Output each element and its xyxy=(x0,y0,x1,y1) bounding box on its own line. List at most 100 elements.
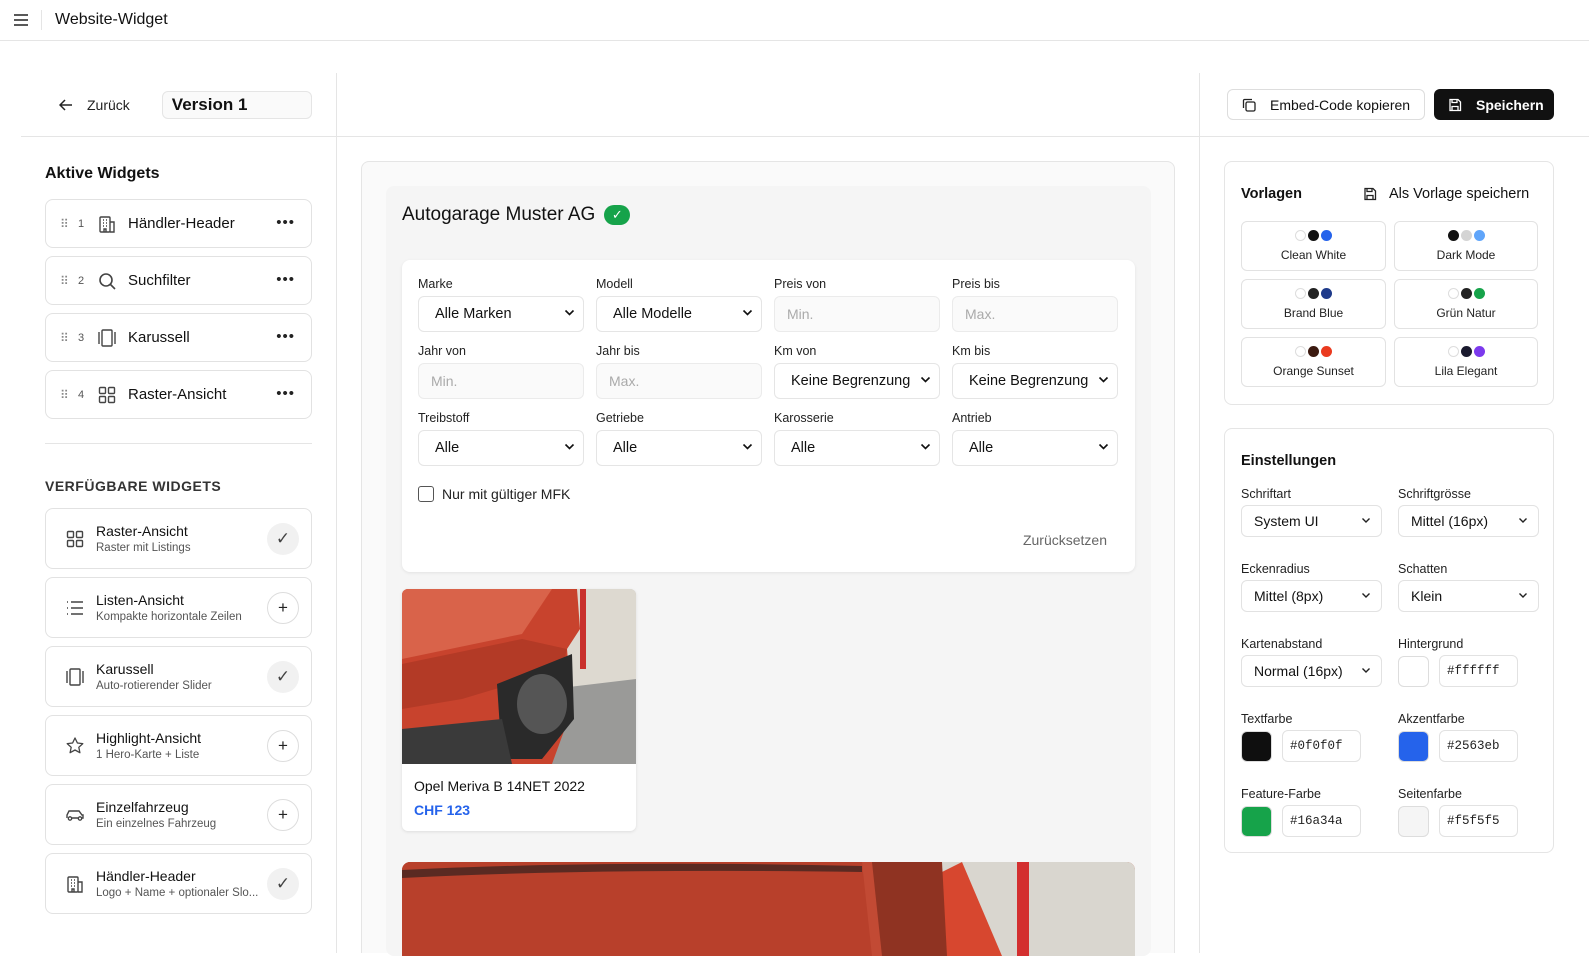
active-widget-item[interactable]: ⠿ 4 Raster-Ansicht ••• xyxy=(45,370,312,419)
available-widget-text: Listen-Ansicht Kompakte horizontale Zeile… xyxy=(96,592,242,623)
color-hex-input[interactable]: #2563eb xyxy=(1439,730,1518,762)
color-hex-input[interactable]: #f5f5f5 xyxy=(1439,805,1518,837)
setting-field: Schatten Klein xyxy=(1398,562,1540,637)
reset-button[interactable]: Zurücksetzen xyxy=(1023,532,1107,548)
active-widget-label: Händler-Header xyxy=(128,215,235,232)
available-widget-text: Raster-Ansicht Raster mit Listings xyxy=(96,523,191,554)
setting-select[interactable]: System UI xyxy=(1241,505,1382,537)
template-card[interactable]: Brand Blue xyxy=(1241,279,1386,329)
filter-select[interactable]: Alle Modelle xyxy=(596,296,762,332)
chevron-down-icon xyxy=(564,441,575,455)
template-swatches xyxy=(1242,288,1385,299)
template-name: Clean White xyxy=(1280,248,1347,262)
mfk-checkbox[interactable]: Nur mit gültiger MFK xyxy=(418,486,570,502)
drag-handle-icon[interactable]: ⠿ xyxy=(60,388,70,402)
filter-field: Km bis Keine Begrenzung xyxy=(952,343,1118,410)
copy-embed-button[interactable]: Embed-Code kopieren xyxy=(1227,89,1425,120)
filter-select-value: Alle xyxy=(435,440,460,456)
more-options-icon[interactable]: ••• xyxy=(276,214,295,231)
building-icon xyxy=(96,213,118,235)
filter-select[interactable]: Alle xyxy=(418,430,584,466)
added-check-icon[interactable]: ✓ xyxy=(267,661,299,693)
back-button[interactable]: Zurück xyxy=(59,97,130,113)
color-hex-input[interactable]: #16a34a xyxy=(1282,805,1361,837)
car-icon xyxy=(64,804,86,826)
filter-input[interactable]: Min. xyxy=(774,296,940,332)
version-name-input[interactable]: Version 1 xyxy=(161,90,312,119)
chevron-down-icon xyxy=(564,307,575,321)
setting-select[interactable]: Normal (16px) xyxy=(1241,655,1382,687)
setting-label: Akzentfarbe xyxy=(1398,712,1465,726)
color-swatch-button[interactable] xyxy=(1241,730,1272,762)
setting-select[interactable]: Klein xyxy=(1398,580,1539,612)
active-widget-item[interactable]: ⠿ 3 Karussell ••• xyxy=(45,313,312,362)
filter-label: Modell xyxy=(596,277,633,291)
active-widget-item[interactable]: ⠿ 2 Suchfilter ••• xyxy=(45,256,312,305)
more-options-icon[interactable]: ••• xyxy=(276,328,295,345)
car-listing-card[interactable]: Opel Meriva B 14NET 2022 CHF 123 xyxy=(402,589,636,831)
filter-select[interactable]: Alle xyxy=(952,430,1118,466)
template-name: Dark Mode xyxy=(1436,248,1496,262)
preview-toolbar xyxy=(337,73,1199,137)
drag-handle-icon[interactable]: ⠿ xyxy=(60,274,70,288)
filter-select[interactable]: Alle xyxy=(774,430,940,466)
app-title: Website-Widget xyxy=(55,11,168,28)
widget-sidebar: Zurück Version 1 Aktive Widgets ⠿ 1 Händle… xyxy=(21,73,337,953)
active-widget-item[interactable]: ⠿ 1 Händler-Header ••• xyxy=(45,199,312,248)
template-card[interactable]: Lila Elegant xyxy=(1394,337,1538,387)
add-widget-plus-icon[interactable]: + xyxy=(267,799,299,831)
filter-field: Getriebe Alle xyxy=(596,410,762,477)
color-swatch xyxy=(1295,288,1306,299)
filter-select[interactable]: Alle Marken xyxy=(418,296,584,332)
color-swatch-button[interactable] xyxy=(1241,805,1272,837)
template-card[interactable]: Clean White xyxy=(1241,221,1386,271)
search-filter-card: Marke Alle Marken Modell Alle Modelle Preis … xyxy=(402,260,1135,572)
setting-select[interactable]: Mittel (8px) xyxy=(1241,580,1382,612)
save-icon xyxy=(1364,187,1377,201)
color-swatch xyxy=(1447,230,1459,241)
more-options-icon[interactable]: ••• xyxy=(276,385,295,402)
filter-input[interactable]: Max. xyxy=(952,296,1118,332)
filter-select[interactable]: Keine Begrenzung xyxy=(774,363,940,399)
chevron-down-icon xyxy=(1361,590,1371,603)
template-card[interactable]: Dark Mode xyxy=(1394,221,1538,271)
color-hex-input[interactable]: #0f0f0f xyxy=(1282,730,1361,762)
available-widget-item: Einzelfahrzeug Ein einzelnes Fahrzeug + xyxy=(45,784,312,845)
setting-select-value: System UI xyxy=(1254,513,1319,529)
carousel-icon xyxy=(96,327,118,349)
template-card[interactable]: Grün Natur xyxy=(1394,279,1538,329)
menu-icon[interactable] xyxy=(0,10,42,30)
available-widget-item: Karussell Auto-rotierender Slider ✓ xyxy=(45,646,312,707)
color-hex-input[interactable]: #ffffff xyxy=(1439,655,1518,687)
add-widget-plus-icon[interactable]: + xyxy=(267,592,299,624)
save-button[interactable]: Speichern xyxy=(1434,89,1554,120)
color-swatch-button[interactable] xyxy=(1398,805,1429,837)
filter-input[interactable]: Min. xyxy=(418,363,584,399)
color-swatch-button[interactable] xyxy=(1398,730,1429,762)
color-swatch-button[interactable] xyxy=(1398,655,1429,687)
template-card[interactable]: Orange Sunset xyxy=(1241,337,1386,387)
arrow-left-icon xyxy=(59,98,72,111)
more-options-icon[interactable]: ••• xyxy=(276,271,295,288)
chevron-down-icon xyxy=(1518,515,1528,528)
added-check-icon[interactable]: ✓ xyxy=(267,523,299,555)
added-check-icon[interactable]: ✓ xyxy=(267,868,299,900)
available-widget-description: Auto-rotierender Slider xyxy=(96,680,212,692)
setting-select[interactable]: Mittel (16px) xyxy=(1398,505,1539,537)
available-widgets-title: VERFÜGBARE WIDGETS xyxy=(45,478,222,494)
filter-select[interactable]: Alle xyxy=(596,430,762,466)
filter-input[interactable]: Max. xyxy=(596,363,762,399)
drag-handle-icon[interactable]: ⠿ xyxy=(60,217,70,231)
filter-select[interactable]: Keine Begrenzung xyxy=(952,363,1118,399)
add-widget-plus-icon[interactable]: + xyxy=(267,730,299,762)
checkbox-icon[interactable] xyxy=(418,486,434,502)
template-name: Brand Blue xyxy=(1283,306,1344,320)
widget-order-number: 4 xyxy=(77,388,85,401)
save-as-template-button[interactable]: Als Vorlage speichern xyxy=(1363,186,1529,202)
color-swatch xyxy=(1473,346,1485,357)
filter-label: Preis bis xyxy=(952,277,1000,291)
drag-handle-icon[interactable]: ⠿ xyxy=(60,331,70,345)
available-widget-title: Highlight-Ansicht xyxy=(96,730,202,746)
template-swatches xyxy=(1395,346,1537,357)
carousel-image xyxy=(402,862,1135,956)
